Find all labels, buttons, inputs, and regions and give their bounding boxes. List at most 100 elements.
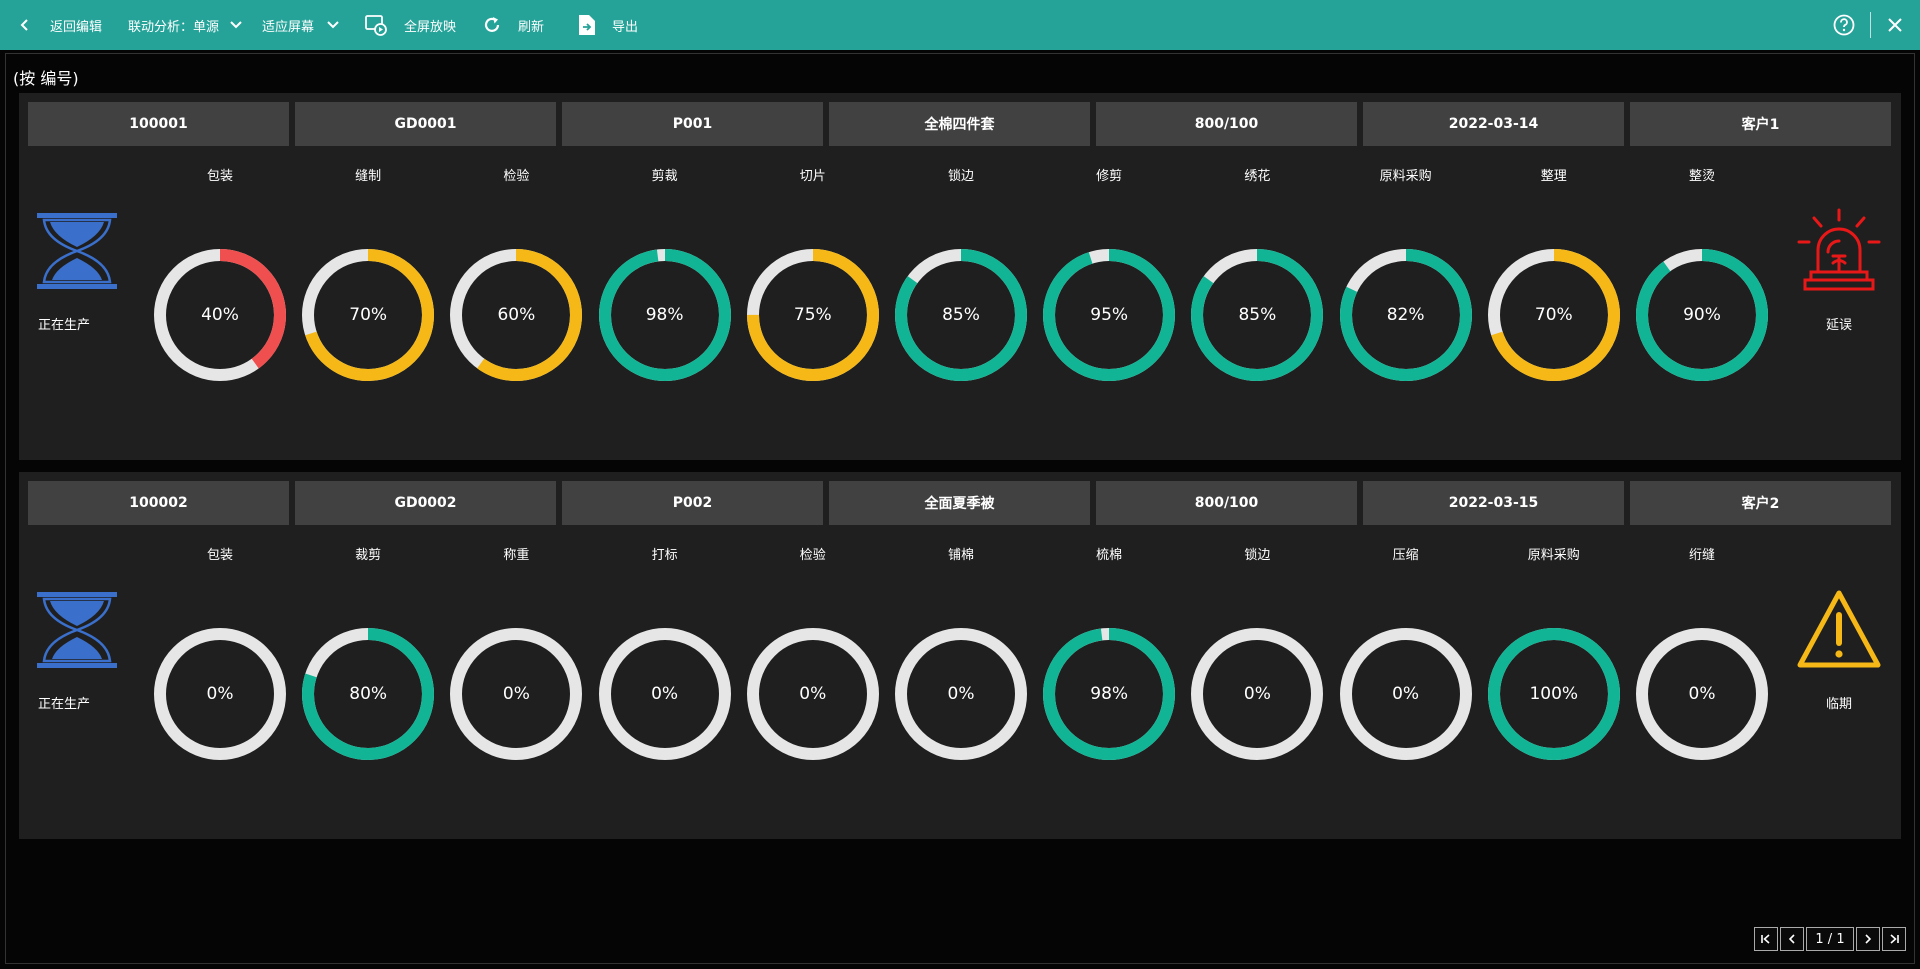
refresh-button[interactable]: 刷新 bbox=[482, 0, 544, 50]
process-label: 绗缝 bbox=[1688, 548, 1715, 563]
info-cell: P001 bbox=[562, 102, 823, 146]
status-right-icon-wrap bbox=[1796, 587, 1882, 673]
process-label: 原料采购 bbox=[1379, 169, 1432, 184]
refresh-label: 刷新 bbox=[518, 19, 545, 35]
hourglass-icon bbox=[37, 592, 117, 668]
status-left-icon-wrap bbox=[36, 212, 118, 290]
back-label: 返回编辑 bbox=[50, 19, 103, 35]
close-button[interactable] bbox=[1887, 0, 1903, 50]
pagination: 1 / 1 bbox=[1754, 927, 1908, 953]
gauge-percent-label: 0% bbox=[799, 684, 827, 704]
export-label: 导出 bbox=[612, 19, 639, 35]
info-cell: 800/100 bbox=[1096, 102, 1357, 146]
gauge-percent-label: 0% bbox=[1392, 684, 1420, 704]
chevron-right-icon bbox=[1865, 934, 1872, 944]
page-indicator: 1 / 1 bbox=[1806, 927, 1854, 951]
info-cell: 2022-03-14 bbox=[1363, 102, 1624, 146]
gauge-percent-label: 0% bbox=[1688, 684, 1716, 704]
next-page-button[interactable] bbox=[1856, 927, 1880, 951]
help-button[interactable] bbox=[1833, 0, 1855, 50]
gauge-percent-label: 60% bbox=[497, 305, 536, 325]
order-row: 100001 GD0001 P001 全棉四件套 800/100 2022-03-14 客户… bbox=[19, 93, 1901, 460]
export-file-icon bbox=[579, 15, 595, 35]
gauge-percent-label: 40% bbox=[201, 305, 239, 325]
gauge-percent-label: 70% bbox=[1534, 305, 1573, 325]
process-label: 称重 bbox=[503, 548, 530, 563]
process-label: 整烫 bbox=[1688, 169, 1715, 184]
first-page-icon bbox=[1761, 934, 1770, 944]
info-cell: GD0002 bbox=[295, 481, 556, 525]
info-cell: 2022-03-15 bbox=[1363, 481, 1624, 525]
page-title: (按 编号) bbox=[13, 69, 79, 88]
process-label: 裁剪 bbox=[355, 548, 382, 563]
gauge-percent-label: 70% bbox=[349, 305, 388, 325]
info-cell: 客户1 bbox=[1630, 102, 1891, 146]
info-cell: 100001 bbox=[28, 102, 289, 146]
process-label: 修剪 bbox=[1096, 169, 1123, 184]
close-icon bbox=[1888, 18, 1902, 32]
process-label: 绣花 bbox=[1244, 169, 1271, 184]
process-label: 缝制 bbox=[355, 169, 382, 184]
fullscreen-label: 全屏放映 bbox=[404, 19, 457, 35]
info-cell: 全面夏季被 bbox=[829, 481, 1090, 525]
process-label: 打标 bbox=[651, 548, 678, 563]
chevron-left-icon bbox=[20, 19, 28, 31]
warning-icon bbox=[1797, 590, 1881, 668]
gauge-percent-label: 0% bbox=[947, 684, 975, 704]
deadline-status-text: 临期 bbox=[1825, 697, 1852, 712]
info-cell: 800/100 bbox=[1096, 481, 1357, 525]
gauge-percent-label: 85% bbox=[1238, 305, 1277, 325]
process-label: 锁边 bbox=[947, 169, 974, 184]
export-button[interactable]: 导出 bbox=[578, 0, 638, 50]
gauge-percent-label: 90% bbox=[1683, 305, 1721, 325]
info-cell: 100002 bbox=[28, 481, 289, 525]
linkage-label: 联动分析：单源 bbox=[128, 19, 220, 35]
info-cell: 客户2 bbox=[1630, 481, 1891, 525]
fullscreen-button[interactable]: 全屏放映 bbox=[364, 0, 456, 50]
status-right-icon-wrap bbox=[1796, 208, 1882, 294]
gauge-percent-label: 82% bbox=[1386, 305, 1425, 325]
chevron-down-icon bbox=[327, 21, 339, 29]
gauge-percent-label: 0% bbox=[502, 684, 530, 704]
process-label: 锁边 bbox=[1244, 548, 1271, 563]
help-icon bbox=[1833, 14, 1855, 36]
back-button[interactable]: 返回编辑 bbox=[20, 0, 102, 50]
gauge-percent-label: 95% bbox=[1090, 305, 1129, 325]
refresh-icon bbox=[484, 17, 500, 32]
gauge-percent-label: 0% bbox=[1243, 684, 1271, 704]
hourglass-icon bbox=[37, 213, 117, 289]
process-label: 梳棉 bbox=[1096, 548, 1123, 563]
fit-screen-dropdown[interactable]: 适应屏幕 bbox=[262, 0, 340, 50]
chevron-left-icon bbox=[1788, 934, 1795, 944]
prev-page-button[interactable] bbox=[1780, 927, 1804, 951]
process-label: 剪裁 bbox=[651, 169, 678, 184]
alarm-icon bbox=[1797, 208, 1881, 291]
gauge-percent-label: 98% bbox=[1090, 684, 1129, 704]
gauge-percent-label: 85% bbox=[942, 305, 980, 325]
process-label: 包装 bbox=[206, 169, 233, 184]
gauge-percent-label: 98% bbox=[645, 305, 684, 325]
status-left-icon-wrap bbox=[36, 591, 118, 669]
info-cell: P002 bbox=[562, 481, 823, 525]
info-cell: 全棉四件套 bbox=[829, 102, 1090, 146]
first-page-button[interactable] bbox=[1754, 927, 1778, 951]
last-page-button[interactable] bbox=[1882, 927, 1906, 951]
process-label: 切片 bbox=[799, 169, 826, 184]
production-status-text: 正在生产 bbox=[38, 697, 91, 712]
order-row: 100002 GD0002 P002 全面夏季被 800/100 2022-03-15 客户… bbox=[19, 472, 1901, 839]
gauge-percent-label: 80% bbox=[349, 684, 388, 704]
linkage-analysis-dropdown[interactable]: 联动分析：单源 bbox=[128, 0, 243, 50]
process-label: 压缩 bbox=[1392, 548, 1419, 563]
chevron-down-icon bbox=[230, 21, 242, 29]
gauge-percent-label: 0% bbox=[651, 684, 679, 704]
process-label: 整理 bbox=[1540, 169, 1567, 184]
process-label: 检验 bbox=[503, 169, 530, 184]
gauge-percent-label: 75% bbox=[793, 305, 832, 325]
process-label: 包装 bbox=[206, 548, 233, 563]
toolbar-divider bbox=[1870, 12, 1871, 38]
fit-label: 适应屏幕 bbox=[262, 19, 315, 35]
deadline-status-text: 延误 bbox=[1825, 318, 1852, 333]
fullscreen-play-icon bbox=[365, 15, 387, 36]
production-status-text: 正在生产 bbox=[38, 318, 91, 333]
process-label: 原料采购 bbox=[1527, 548, 1580, 563]
